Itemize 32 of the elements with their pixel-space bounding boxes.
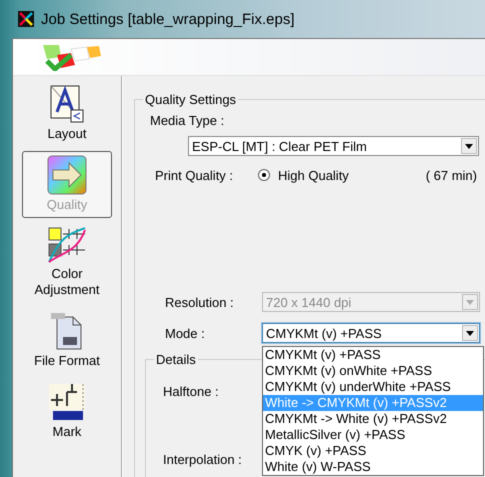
field-label: Halftone : (163, 384, 219, 398)
dropdown-arrow-icon (465, 144, 473, 148)
dropdown-arrow-icon (466, 330, 474, 336)
dropdown-option[interactable]: CMYKMt (v) onWhite +PASS (263, 363, 483, 379)
letter-a-icon (49, 84, 85, 124)
time-estimate: ( 67 min) (426, 168, 477, 182)
dropdown-option[interactable]: CMYK (v) +PASS (263, 443, 483, 459)
dropdown-option[interactable]: White (v) W-PASS (263, 459, 483, 475)
sidebar-item[interactable]: Mark (22, 378, 112, 445)
sidebar-item[interactable]: File Format (22, 307, 112, 374)
field-label: Mode : (165, 326, 206, 340)
group-title: Details (155, 352, 197, 367)
dropdown-arrow-icon (466, 300, 474, 304)
sidebar-item[interactable]: Color Adjustment (22, 222, 112, 303)
dropdown-option[interactable]: CMYKMt -> White (v) +PASSv2 (263, 411, 483, 427)
field-label: Resolution : (165, 294, 235, 310)
crop-marks-icon (47, 382, 87, 422)
radio-button[interactable] (258, 169, 270, 181)
media-type-dropdown[interactable]: ESP-CL [MT] : Clear PET Film (188, 136, 479, 156)
window-title: Job Settings [table_wrapping_Fix.eps] (41, 10, 294, 28)
field-label: Print Quality : (155, 168, 234, 182)
dropdown-option[interactable]: MetallicSilver (v) +PASS (263, 427, 483, 443)
sidebar-item[interactable]: Layout (22, 80, 112, 147)
app-icon (18, 11, 34, 27)
mode-dropdown[interactable]: CMYKMt (v) +PASS (262, 323, 480, 343)
curves-icon (47, 226, 87, 264)
dropdown-option[interactable]: CMYKMt (v) +PASS (263, 347, 483, 363)
field-label: Media Type : (150, 112, 224, 128)
field-label: Interpolation : (163, 452, 242, 466)
dropdown-option[interactable]: CMYKMt (v) underWhite +PASS (263, 379, 483, 395)
group-title: Quality Settings (144, 92, 238, 107)
radio-label[interactable]: High Quality (278, 168, 349, 182)
